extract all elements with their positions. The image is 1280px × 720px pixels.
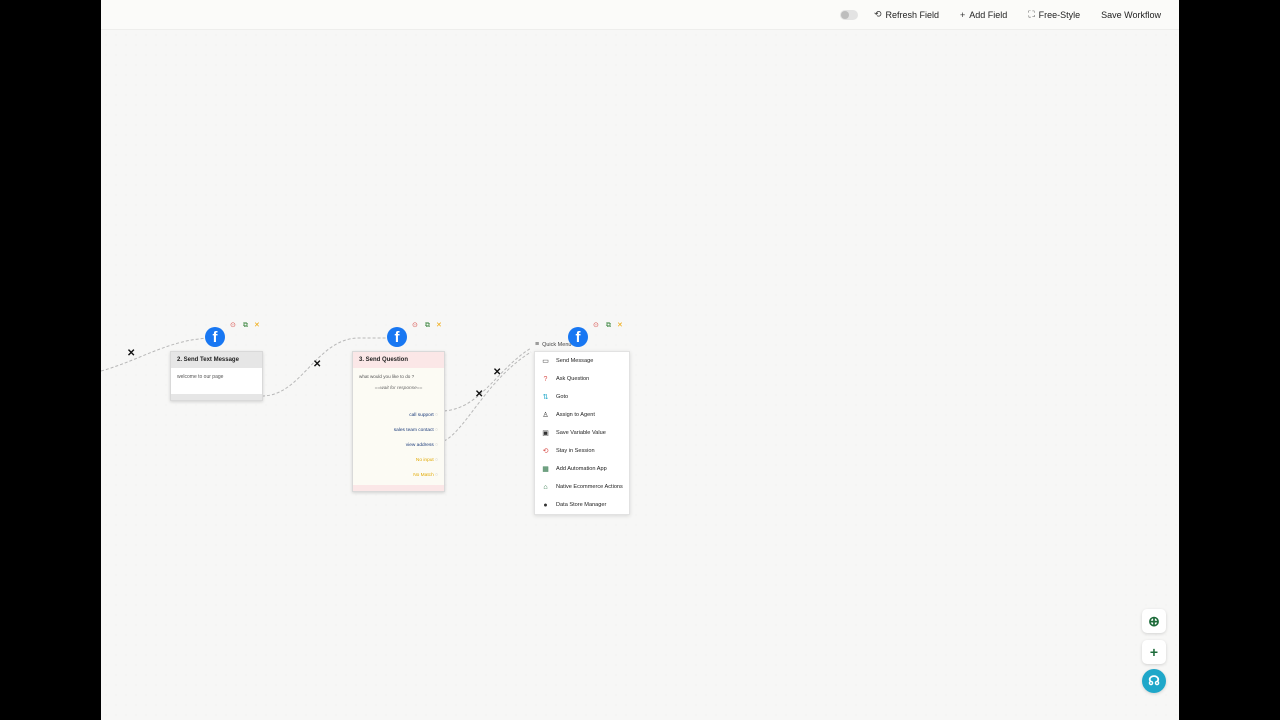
- no-input-label: No input: [415, 458, 434, 463]
- facebook-icon: f: [387, 327, 407, 347]
- close-icon[interactable]: ✕: [617, 322, 623, 330]
- menu-item-label: Ask Question: [556, 376, 590, 382]
- info-icon[interactable]: ⊙: [593, 322, 599, 330]
- option-label: sales team contact: [393, 428, 434, 433]
- goto-icon: ⇅: [542, 394, 549, 401]
- mode-toggle[interactable]: [839, 9, 858, 20]
- save-workflow-label: Save Workflow: [1101, 9, 1161, 20]
- menu-item-data-store[interactable]: ● Data Store Manager: [535, 496, 629, 514]
- store-icon: ⌂: [543, 483, 548, 491]
- menu-item-label: Stay in Session: [556, 448, 595, 454]
- wait-response-text: ==wait for response==: [374, 386, 423, 391]
- menu-item-send-message[interactable]: ▭ Send Message: [535, 352, 629, 370]
- menu-item-save-variable[interactable]: ▣ Save Variable Value: [535, 424, 629, 442]
- refresh-icon: ⟲: [873, 9, 882, 19]
- copy-icon[interactable]: ⧉: [425, 322, 430, 330]
- session-icon: ⟲: [542, 448, 549, 455]
- option-label: view address: [405, 443, 434, 448]
- free-style-button[interactable]: ⛶ Free-Style: [1028, 9, 1080, 20]
- add-field-button[interactable]: + Add Field: [960, 10, 1007, 20]
- option-item[interactable]: No input ○: [394, 453, 438, 468]
- option-item[interactable]: sales team contact ○: [394, 423, 438, 438]
- quick-menu-header: ≡ Quick Menu: [535, 341, 571, 348]
- delete-edge-icon[interactable]: ✕: [475, 389, 483, 400]
- info-icon[interactable]: ⊙: [230, 322, 236, 330]
- menu-item-goto[interactable]: ⇅ Goto: [535, 388, 629, 406]
- menu-item-ecommerce[interactable]: ⌂ Native Ecommerce Actions: [535, 478, 629, 496]
- add-node-button[interactable]: +: [1142, 640, 1166, 664]
- edge-question-to-menu: [443, 347, 532, 412]
- node-send-question[interactable]: 3. Send Question what would you like to …: [352, 351, 445, 492]
- node-title: 3. Send Question: [353, 352, 444, 368]
- delete-edge-icon[interactable]: ✕: [127, 348, 135, 359]
- support-button[interactable]: ☊: [1142, 669, 1166, 693]
- close-icon[interactable]: ✕: [254, 322, 260, 330]
- menu-item-label: Data Store Manager: [556, 502, 607, 508]
- refresh-field-label: Refresh Field: [885, 9, 940, 20]
- toggle-knob: [840, 10, 849, 19]
- quick-menu-label: Quick Menu: [542, 341, 572, 348]
- menu-item-ask-question[interactable]: ? Ask Question: [535, 370, 629, 388]
- menu-item-assign-agent[interactable]: ♙ Assign to Agent: [535, 406, 629, 424]
- copy-icon[interactable]: ⧉: [606, 322, 611, 330]
- menu-item-label: Add Automation App: [556, 466, 607, 472]
- add-field-label: Add Field: [969, 9, 1008, 20]
- close-icon[interactable]: ✕: [436, 322, 442, 330]
- expand-icon: ⛶: [1028, 9, 1035, 19]
- menu-item-label: Assign to Agent: [556, 412, 595, 418]
- options-list: call support ○ sales team contact ○ view…: [394, 408, 438, 483]
- menu-item-label: Save Variable Value: [556, 430, 606, 436]
- database-icon: ●: [543, 501, 548, 509]
- message-icon: ▭: [542, 358, 549, 365]
- option-label: call support: [409, 413, 434, 418]
- node-footer: [171, 394, 262, 400]
- facebook-icon: f: [205, 327, 225, 347]
- option-item[interactable]: call support ○: [394, 408, 438, 423]
- no-match-label: No Match: [413, 473, 434, 478]
- save-icon: ▣: [542, 430, 549, 437]
- info-icon[interactable]: ⊙: [412, 322, 418, 330]
- quick-menu: ▭ Send Message ? Ask Question ⇅ Goto ♙ Assig…: [534, 351, 630, 515]
- save-workflow-button[interactable]: Save Workflow: [1101, 10, 1161, 20]
- delete-edge-icon[interactable]: ✕: [493, 367, 501, 378]
- zoom-in-icon: ⊕: [1148, 612, 1160, 629]
- refresh-field-button[interactable]: ⟲ Refresh Field: [874, 9, 939, 20]
- workflow-canvas[interactable]: ⟲ Refresh Field + Add Field ⛶ Free-Style Sa…: [101, 0, 1179, 720]
- edge-question-to-menu-2: [443, 351, 532, 442]
- menu-item-label: Goto: [556, 394, 569, 400]
- zoom-in-button[interactable]: ⊕: [1142, 609, 1166, 633]
- agent-icon: ♙: [542, 412, 549, 419]
- node-footer: [353, 485, 444, 491]
- node-title: 2. Send Text Message: [171, 352, 262, 368]
- apps-icon: ▦: [542, 466, 549, 473]
- menu-lines-icon: ≡: [535, 341, 540, 348]
- headset-icon: ☊: [1148, 673, 1160, 688]
- menu-item-automation-app[interactable]: ▦ Add Automation App: [535, 460, 629, 478]
- menu-item-label: Native Ecommerce Actions: [556, 484, 623, 490]
- copy-icon[interactable]: ⧉: [243, 322, 248, 330]
- free-style-label: Free-Style: [1038, 9, 1081, 20]
- question-text: what would you like to do ?: [359, 374, 415, 379]
- node-send-text-message[interactable]: 2. Send Text Message welcome to our page: [170, 351, 263, 401]
- menu-item-label: Send Message: [556, 358, 594, 364]
- top-toolbar: ⟲ Refresh Field + Add Field ⛶ Free-Style Sa…: [101, 0, 1179, 30]
- option-item[interactable]: No Match ○: [394, 468, 438, 483]
- menu-item-stay-session[interactable]: ⟲ Stay in Session: [535, 442, 629, 460]
- plus-icon: +: [960, 9, 966, 20]
- option-item[interactable]: view address ○: [394, 438, 438, 453]
- plus-icon: +: [1149, 644, 1159, 660]
- delete-edge-icon[interactable]: ✕: [313, 359, 321, 370]
- question-icon: ?: [543, 375, 548, 383]
